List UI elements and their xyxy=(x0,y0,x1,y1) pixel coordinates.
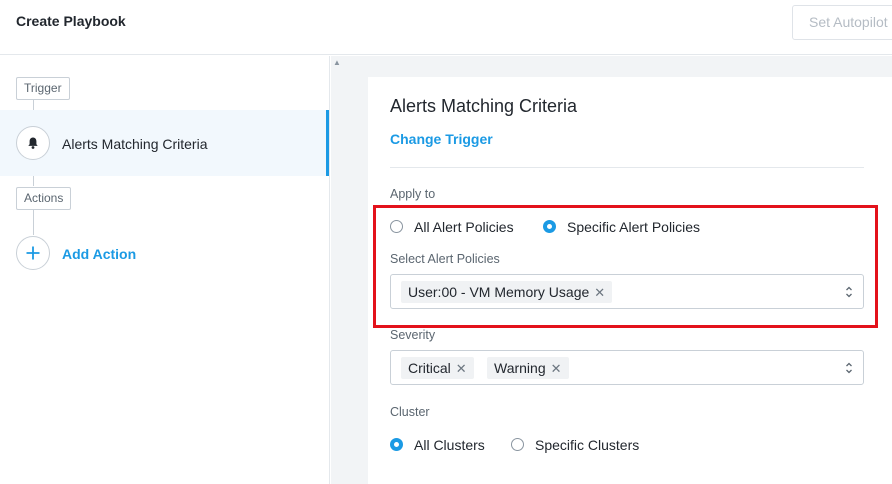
all-clusters-label[interactable]: All Clusters xyxy=(414,437,485,453)
sidebar-item-label: Alerts Matching Criteria xyxy=(62,136,208,152)
trigger-stage-tag: Trigger xyxy=(16,77,70,100)
cluster-label: Cluster xyxy=(390,405,430,419)
all-clusters-radio[interactable] xyxy=(390,438,403,451)
page-title: Create Playbook xyxy=(16,13,126,29)
playbook-steps-sidebar: Trigger Alerts Matching Criteria Actions… xyxy=(0,56,330,484)
timeline-connector xyxy=(33,176,34,186)
timeline-connector xyxy=(33,210,34,235)
top-bar: Create Playbook Set Autopilot xyxy=(0,0,892,55)
bell-icon xyxy=(28,137,38,149)
divider xyxy=(390,167,864,168)
change-trigger-link[interactable]: Change Trigger xyxy=(390,131,493,147)
specific-clusters-label[interactable]: Specific Clusters xyxy=(535,437,639,453)
actions-stage-tag: Actions xyxy=(16,187,72,210)
severity-select[interactable]: Critical ✕ Warning ✕ xyxy=(390,350,864,385)
add-action-link[interactable]: Add Action xyxy=(62,246,136,262)
remove-tag-icon[interactable]: ✕ xyxy=(456,361,467,376)
set-autopilot-button[interactable]: Set Autopilot xyxy=(792,5,892,40)
chevron-updown-icon xyxy=(846,362,852,374)
sidebar-item-trigger[interactable]: Alerts Matching Criteria xyxy=(0,110,329,176)
severity-tag-warning: Warning ✕ xyxy=(487,357,569,379)
timeline-connector xyxy=(33,100,34,110)
plus-icon xyxy=(26,246,40,260)
severity-tag-label: Critical xyxy=(408,360,451,376)
severity-tag-label: Warning xyxy=(494,360,546,376)
apply-to-label: Apply to xyxy=(390,187,436,201)
scroll-up-arrow[interactable]: ▲ xyxy=(333,58,341,67)
highlight-box xyxy=(373,205,878,328)
add-action-circle[interactable] xyxy=(16,236,50,270)
trigger-icon-circle xyxy=(16,126,50,160)
card-title: Alerts Matching Criteria xyxy=(390,96,578,116)
severity-label: Severity xyxy=(390,328,436,342)
specific-clusters-radio[interactable] xyxy=(511,438,524,451)
remove-tag-icon[interactable]: ✕ xyxy=(551,361,562,376)
severity-tag-critical: Critical ✕ xyxy=(401,357,474,379)
